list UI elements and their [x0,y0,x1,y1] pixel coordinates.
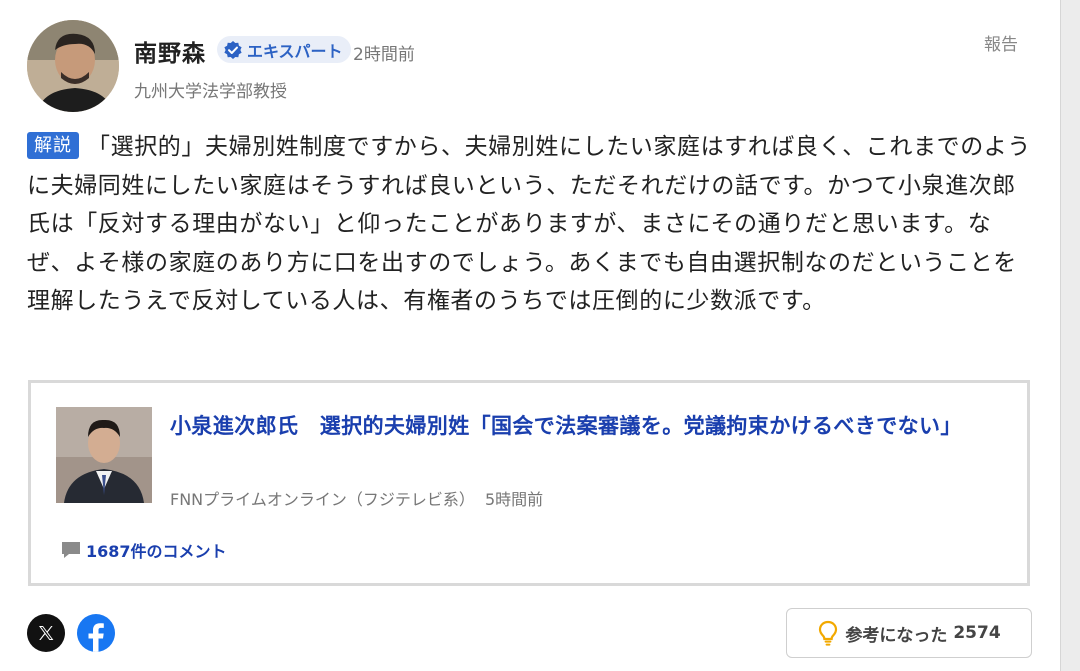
helpful-button[interactable]: 参考になった 2574 [786,608,1032,658]
facebook-icon [88,623,104,652]
expert-badge: エキスパート [217,36,351,63]
lightbulb-icon [819,620,838,646]
author-title: 九州大学法学部教授 [134,82,287,102]
article-source: FNNプライムオンライン（フジテレビ系） 5時間前 [170,486,543,510]
share-x-button[interactable] [27,614,65,652]
report-link[interactable]: 報告 [984,30,1018,55]
helpful-count: 2574 [953,623,1001,643]
linked-article-card[interactable]: 小泉進次郎氏 選択的夫婦別姓「国会で法案審議を。党議拘束かけるべきでない」 FN… [28,380,1030,586]
author-avatar[interactable] [27,20,119,112]
share-facebook-button[interactable] [77,614,115,652]
comment-bubble-icon [62,542,80,558]
helpful-label: 参考になった [845,625,948,646]
article-comments-count[interactable]: 1687件のコメント [86,538,227,562]
expert-comment-card: 南野森 エキスパート 2時間前 九州大学法学部教授 報告 解説 「選択的」夫婦別姓… [0,0,1061,671]
article-source-name: FNNプライムオンライン（フジテレビ系） [170,490,475,509]
article-comments-link[interactable]: 1687件のコメント [60,538,227,562]
post-time: 2時間前 [353,45,415,65]
article-time: 5時間前 [485,490,544,509]
comment-text: 「選択的」夫婦別姓制度ですから、夫婦別姓にしたい家庭はすれば良く、これまでのよう… [27,134,1031,315]
x-icon [39,626,54,640]
expert-badge-label: エキスパート [247,41,343,61]
comment-body: 解説 「選択的」夫婦別姓制度ですから、夫婦別姓にしたい家庭はすれば良く、これまでの… [27,128,1033,321]
author-name[interactable]: 南野森 [134,34,206,68]
article-title-link[interactable]: 小泉進次郎氏 選択的夫婦別姓「国会で法案審議を。党議拘束かけるべきでない」 [170,409,1010,443]
verified-check-icon [224,40,242,59]
article-thumbnail[interactable] [56,407,152,503]
commentary-tag: 解説 [27,132,79,159]
